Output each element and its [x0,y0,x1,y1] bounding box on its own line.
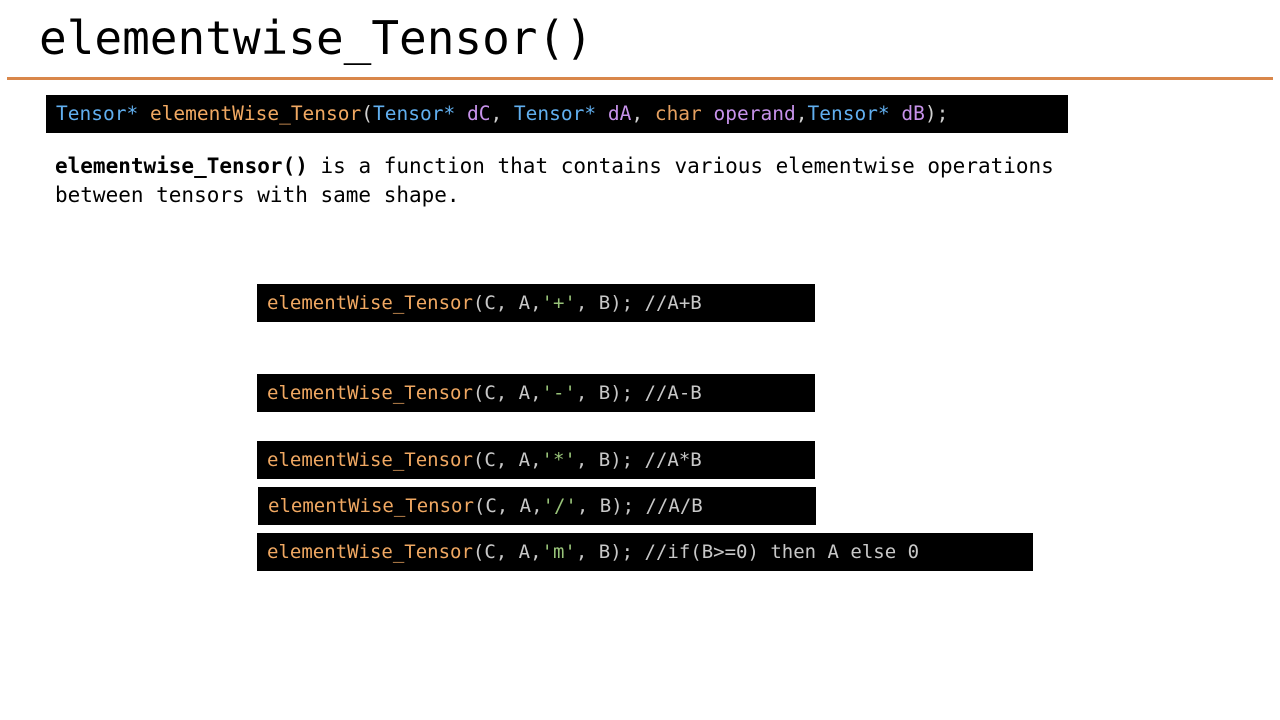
sig-param3-type: char [654,102,702,125]
sig-open-paren: ( [361,102,374,125]
sig-param1-type: Tensor* [373,102,456,125]
example-mask: elementWise_Tensor(C, A,'m', B); //if(B>… [257,533,1033,571]
sig-param4-type: Tensor* [807,102,890,125]
sig-param1-name: dC [466,102,491,125]
example-args-post: , B); //A+B [575,292,702,314]
example-args-post: , B); //A/B [576,495,703,517]
example-fn-name: elementWise_Tensor [267,541,473,563]
sig-comma3: , [795,102,808,125]
sig-comma1: , [490,102,514,125]
sig-param4-name: dB [901,102,925,125]
example-multiply: elementWise_Tensor(C, A,'*', B); //A*B [257,441,815,479]
sig-param2-name: dA [607,102,632,125]
example-fn-name: elementWise_Tensor [267,382,473,404]
example-operand: '-' [541,382,576,404]
example-fn-name: elementWise_Tensor [268,495,474,517]
sig-close: ); [924,102,949,125]
example-args-pre: (C, A, [472,449,542,471]
example-subtract: elementWise_Tensor(C, A,'-', B); //A-B [257,374,815,412]
sig-return-type: Tensor* [56,102,139,125]
sig-param3-name: operand [713,102,796,125]
example-operand: '+' [541,292,576,314]
title-divider [7,77,1273,80]
example-args-pre: (C, A, [473,495,543,517]
example-divide: elementWise_Tensor(C, A,'/', B); //A/B [258,487,816,525]
example-operand: '*' [541,449,576,471]
function-signature: Tensor* elementWise_Tensor(Tensor* dC, T… [46,95,1068,133]
example-args-pre: (C, A, [472,382,542,404]
example-operand: 'm' [541,541,576,563]
slide-title: elementwise_Tensor() [39,11,593,65]
example-operand: '/' [542,495,577,517]
description-bold: elementwise_Tensor() [55,154,308,178]
example-add: elementWise_Tensor(C, A,'+', B); //A+B [257,284,815,322]
description: elementwise_Tensor() is a function that … [55,152,1065,210]
example-fn-name: elementWise_Tensor [267,449,473,471]
example-args-post: , B); //A*B [575,449,702,471]
example-args-pre: (C, A, [472,292,542,314]
sig-param2-type: Tensor* [513,102,597,125]
example-fn-name: elementWise_Tensor [267,292,473,314]
example-args-pre: (C, A, [472,541,542,563]
sig-function-name: elementWise_Tensor [149,102,362,125]
example-args-post: , B); //A-B [575,382,702,404]
sig-comma2: , [631,102,655,125]
example-args-post: , B); //if(B>=0) then A else 0 [575,541,920,563]
